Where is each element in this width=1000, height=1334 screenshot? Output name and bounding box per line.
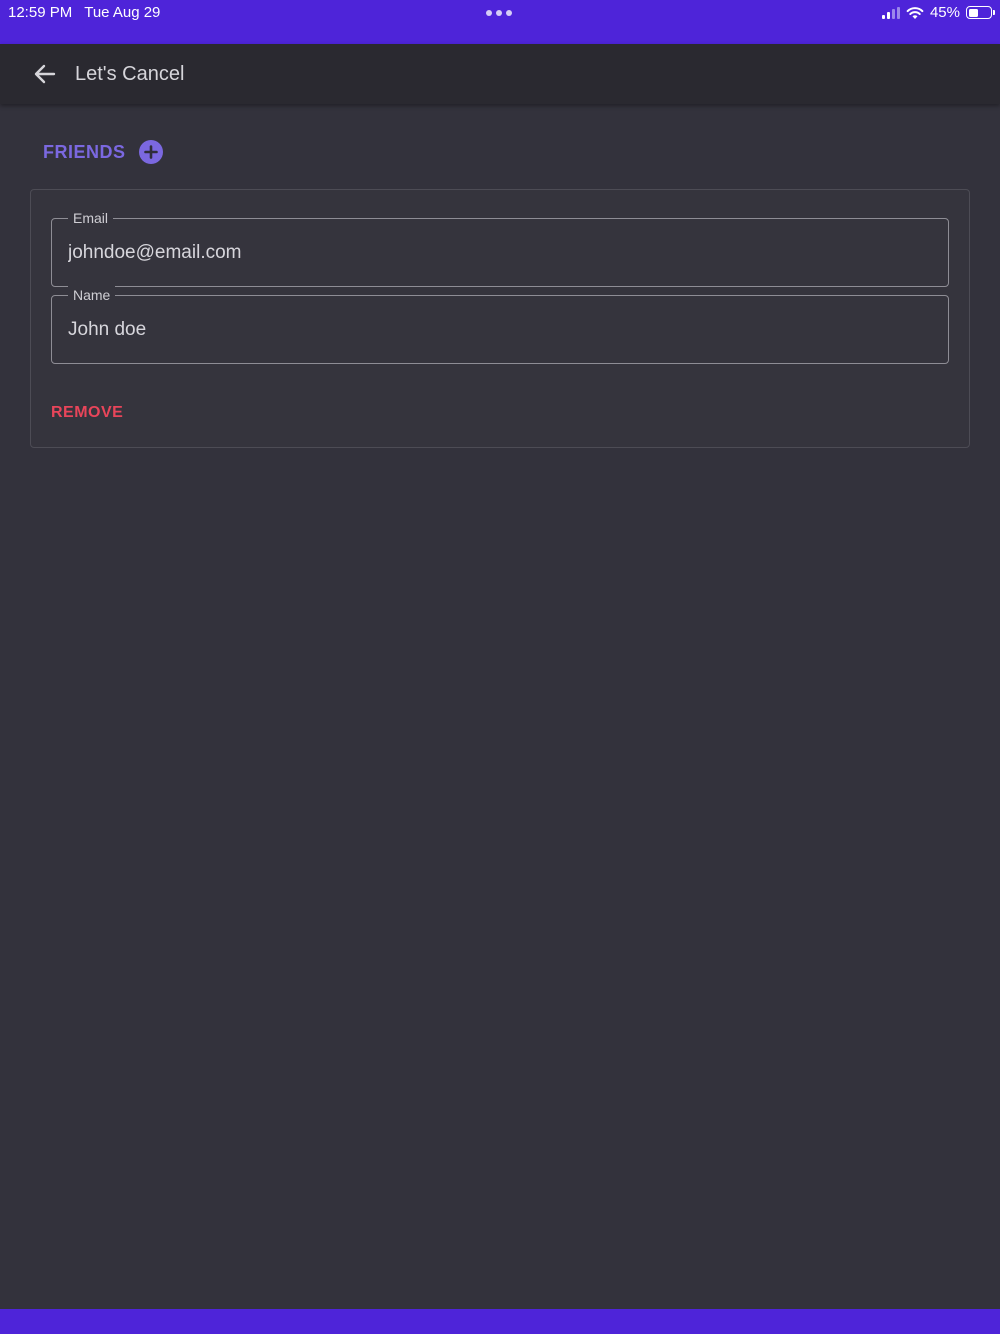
- battery-fill: [968, 8, 978, 17]
- name-field: Name: [51, 286, 949, 364]
- battery-icon: [966, 6, 995, 19]
- app-bar: Let's Cancel: [0, 44, 1000, 104]
- status-date: Tue Aug 29: [84, 4, 161, 21]
- email-field: Email: [51, 209, 949, 287]
- status-time-date: 12:59 PM Tue Aug 29: [8, 4, 160, 21]
- remove-button[interactable]: REMOVE: [51, 404, 123, 422]
- status-time: 12:59 PM: [8, 4, 73, 21]
- status-indicators: 45%: [881, 4, 995, 21]
- friends-header: FRIENDS: [43, 140, 163, 164]
- battery-percentage: 45%: [929, 4, 960, 21]
- signal-icon: [881, 6, 900, 19]
- home-indicator-bar: [0, 1309, 1000, 1334]
- multitasking-dots-icon[interactable]: [486, 10, 512, 16]
- status-bar: 12:59 PM Tue Aug 29 45%: [0, 0, 1000, 44]
- email-input[interactable]: [68, 219, 928, 286]
- friends-label: FRIENDS: [43, 141, 126, 162]
- back-button[interactable]: [23, 52, 67, 96]
- friend-card: Email Name REMOVE: [30, 189, 970, 448]
- arrow-left-icon: [34, 64, 56, 84]
- page-title: Let's Cancel: [75, 62, 185, 85]
- name-input[interactable]: [68, 296, 928, 363]
- add-friend-button[interactable]: [138, 140, 163, 164]
- wifi-icon: [906, 6, 924, 19]
- plus-icon: [143, 145, 158, 159]
